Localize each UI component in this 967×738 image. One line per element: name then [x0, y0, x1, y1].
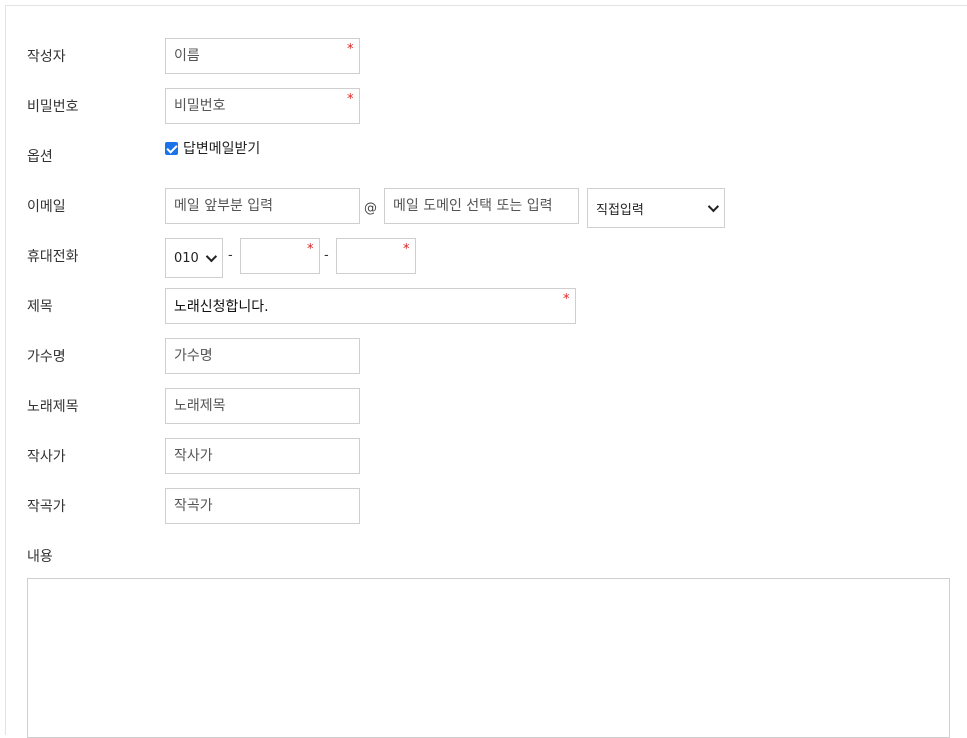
phone-prefix-select[interactable]: 010	[165, 238, 223, 278]
author-required-mark: *	[347, 42, 354, 57]
reply-mail-checkbox[interactable]	[165, 142, 178, 155]
singer-label: 가수명	[27, 349, 66, 365]
singer-input[interactable]	[165, 338, 360, 374]
subject-required-mark: *	[563, 292, 570, 307]
chevron-down-icon	[707, 200, 720, 213]
password-required-mark: *	[347, 92, 354, 107]
subject-input[interactable]	[165, 288, 576, 324]
reply-mail-label: 답변메일받기	[183, 141, 261, 157]
subject-label: 제목	[27, 299, 53, 315]
phone-label: 휴대전화	[27, 249, 79, 265]
phone-prefix-value: 010	[174, 250, 199, 266]
password-label: 비밀번호	[27, 99, 79, 115]
song-title-label: 노래제목	[27, 399, 79, 415]
options-label: 옵션	[27, 149, 53, 165]
composer-input[interactable]	[165, 488, 360, 524]
author-input[interactable]	[165, 38, 360, 74]
composer-label: 작곡가	[27, 499, 66, 515]
song-title-input[interactable]	[165, 388, 360, 424]
phone-separator-2: -	[324, 248, 329, 263]
email-domain-input[interactable]	[384, 188, 579, 224]
password-input[interactable]	[165, 88, 360, 124]
email-at-symbol: @	[364, 201, 377, 216]
content-textarea[interactable]	[27, 578, 950, 738]
email-label: 이메일	[27, 199, 66, 215]
chevron-down-icon	[205, 250, 218, 263]
email-local-input[interactable]	[165, 188, 360, 224]
lyricist-label: 작사가	[27, 449, 66, 465]
phone-middle-required-mark: *	[307, 242, 314, 257]
phone-last-required-mark: *	[403, 242, 410, 257]
email-domain-select-value: 직접입력	[596, 202, 644, 218]
content-label: 내용	[27, 549, 53, 565]
lyricist-input[interactable]	[165, 438, 360, 474]
phone-separator-1: -	[228, 248, 233, 263]
email-domain-select[interactable]: 직접입력	[587, 188, 725, 228]
author-label: 작성자	[27, 49, 66, 65]
